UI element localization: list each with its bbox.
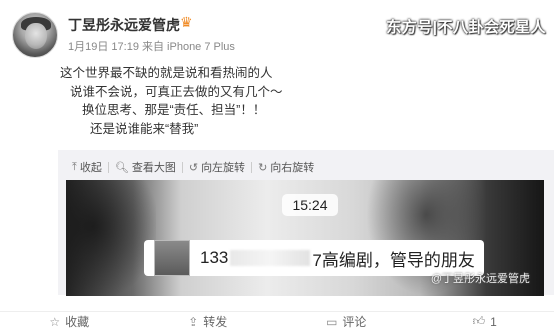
image-shadow xyxy=(66,180,156,296)
comment-icon: ▭ xyxy=(326,314,338,329)
star-icon: ☆ xyxy=(49,314,61,329)
arrow-up-icon: ⤒ xyxy=(72,160,77,173)
collapse-label: 收起 xyxy=(79,162,102,174)
crown-icon: ♛ xyxy=(180,14,193,30)
like-count: 1 xyxy=(490,314,497,329)
post-image[interactable]: 15:24 133 7高编剧，管导的朋友 @丁昱彤永远爱管虎 xyxy=(66,180,544,296)
watermark-text: 东方号|不八卦会死星人 xyxy=(386,19,546,36)
comment-button[interactable]: ▭ 评论 xyxy=(277,313,416,330)
search-icon: 🔍︎ xyxy=(114,161,129,174)
post-line-1: 这个世界最不缺的就是说和看热闹的人 xyxy=(60,66,273,80)
repost-button[interactable]: ⇪ 转发 xyxy=(139,313,278,330)
post-body: 这个世界最不缺的就是说和看热闹的人 说谁不会说，可真正去做的又有几个～ 换位思考… xyxy=(60,64,520,138)
collapse-button[interactable]: ⤒ 收起 xyxy=(68,159,106,175)
message-prefix: 133 xyxy=(200,248,229,267)
thumbs-up-icon: 👍︎ xyxy=(472,314,486,328)
post-meta: 1月19日 17:19 来自 iPhone 7 Plus xyxy=(68,41,235,53)
time-bubble: 15:24 xyxy=(282,194,338,216)
view-large-label: 查看大图 xyxy=(131,162,176,174)
comment-label: 评论 xyxy=(342,315,367,329)
toolbar-divider xyxy=(251,161,253,173)
rotate-left-button[interactable]: ↺ 向左旋转 xyxy=(185,159,249,175)
repost-icon: ⇪ xyxy=(188,314,199,329)
media-toolbar: ⤒ 收起 🔍︎ 查看大图 ↺ 向左旋转 ↻ 向右旋转 xyxy=(68,158,318,176)
rotate-right-icon: ↻ xyxy=(258,161,268,174)
view-large-button[interactable]: 🔍︎ 查看大图 xyxy=(111,159,180,175)
rotate-left-icon: ↺ xyxy=(188,161,199,174)
message-thumbnail xyxy=(154,240,190,276)
avatar-face xyxy=(25,23,47,49)
message-text: 133 7高编剧，管导的朋友 xyxy=(200,246,475,270)
like-button[interactable]: 👍︎ 1 xyxy=(416,314,554,329)
favorite-label: 收藏 xyxy=(65,315,90,329)
rotate-right-button[interactable]: ↻ 向右旋转 xyxy=(254,159,318,175)
redacted-number xyxy=(230,250,311,266)
repost-label: 转发 xyxy=(203,315,228,329)
post-line-2: 说谁不会说，可真正去做的又有几个～ xyxy=(70,84,283,99)
post-line-4: 还是说谁能来“替我” xyxy=(90,121,199,136)
rotate-right-label: 向右旋转 xyxy=(270,162,315,174)
message-suffix: 7高编剧，管导的朋友 xyxy=(312,250,475,270)
favorite-button[interactable]: ☆ 收藏 xyxy=(0,313,139,330)
username-link[interactable]: 丁昱彤永远爱管虎 xyxy=(68,15,180,35)
post-line-3: 换位思考、那是“责任、担当”！！ xyxy=(82,103,266,117)
image-watermark: @丁昱彤永远爱管虎 xyxy=(430,273,530,285)
avatar[interactable] xyxy=(12,12,58,58)
rotate-left-label: 向左旋转 xyxy=(201,162,246,174)
action-bar: ☆ 收藏 ⇪ 转发 ▭ 评论 👍︎ 1 xyxy=(0,311,554,331)
toolbar-divider xyxy=(181,161,183,173)
toolbar-divider xyxy=(107,161,109,173)
